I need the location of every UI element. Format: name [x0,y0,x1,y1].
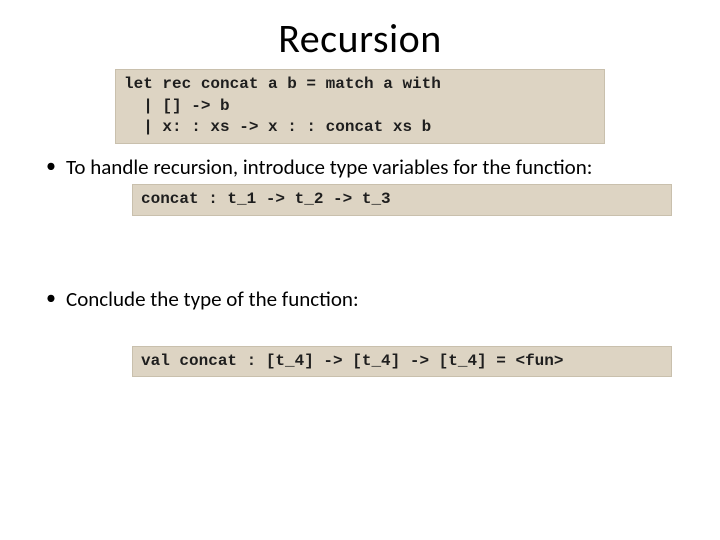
code-block-definition: let rec concat a b = match a with | [] -… [115,69,605,144]
spacer [66,216,692,274]
bullet-list: To handle recursion, introduce type vari… [0,154,720,378]
bullet-item-1: To handle recursion, introduce type vari… [46,154,692,274]
code-block-typevars: concat : t_1 -> t_2 -> t_3 [132,184,672,216]
slide: Recursion let rec concat a b = match a w… [0,14,720,540]
code-block-result: val concat : [t_4] -> [t_4] -> [t_4] = <… [132,346,672,378]
bullet-text-1: To handle recursion, introduce type vari… [66,154,592,180]
slide-title: Recursion [0,14,720,63]
spacer [66,312,692,342]
bullet-item-2: Conclude the type of the function: val c… [46,286,692,378]
bullet-text-2: Conclude the type of the function: [66,286,359,312]
